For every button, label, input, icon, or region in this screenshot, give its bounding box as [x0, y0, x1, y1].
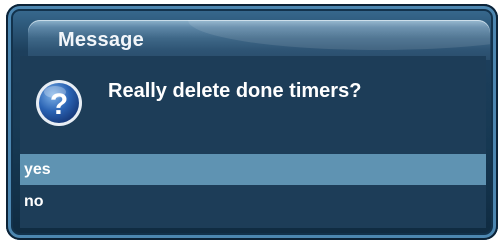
option-yes-label: yes — [24, 161, 51, 178]
option-no-label: no — [24, 193, 44, 210]
question-icon: ? — [36, 80, 82, 126]
dialog-prompt: Really delete done timers? — [108, 80, 362, 102]
option-no[interactable]: no — [20, 186, 486, 217]
dialog-title-bar: Message — [28, 20, 490, 60]
option-yes[interactable]: yes — [20, 154, 486, 185]
dialog-title: Message — [58, 29, 144, 51]
svg-text:?: ? — [50, 88, 68, 121]
